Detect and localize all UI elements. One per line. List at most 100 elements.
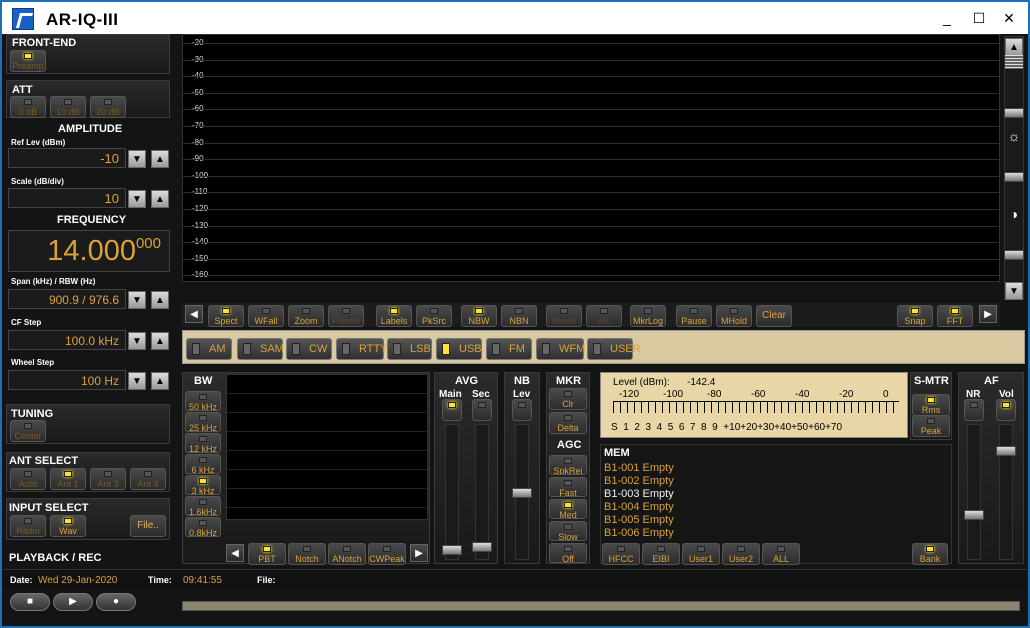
att-20db-button[interactable]: 20 dB [90, 96, 126, 118]
nb-knob[interactable] [512, 488, 532, 498]
frequency-display[interactable]: 14.000000 [8, 230, 170, 272]
scale-up-button[interactable]: ▲ [151, 190, 169, 208]
nb-button[interactable] [512, 399, 532, 421]
mode-rtty-button[interactable]: RTTY [336, 338, 388, 360]
wheel-up-button[interactable]: ▲ [151, 372, 169, 390]
toolbar-left-arrow[interactable]: ◀ [185, 305, 203, 323]
input-wav-button[interactable]: Wav [50, 515, 86, 537]
cf-step-value[interactable]: 100.0 kHz [8, 330, 126, 350]
vol-button[interactable] [996, 399, 1016, 421]
contrast-slider-knob[interactable] [1004, 250, 1024, 260]
bw-anotch-button[interactable]: ANotch [328, 543, 366, 565]
toolbar-wfall-button[interactable]: WFall [248, 305, 284, 327]
smtr-rms-button[interactable]: Rms [912, 394, 950, 416]
preamp-button[interactable]: Preamp [10, 50, 46, 72]
mkr-clr-button[interactable]: Clr [549, 388, 587, 410]
agc-fast-button[interactable]: Fast [549, 477, 587, 497]
span-value[interactable]: 900.9 / 976.6 [8, 289, 126, 309]
span-down-button[interactable]: ▼ [128, 291, 146, 309]
cf-down-button[interactable]: ▼ [128, 332, 146, 350]
toolbar-afc-button[interactable]: Afc [586, 305, 622, 327]
input-radio-button[interactable]: Radio [10, 515, 46, 537]
mem-eibi-button[interactable]: EIBI [642, 543, 680, 565]
mode-fm-button[interactable]: FM [486, 338, 532, 360]
ref-down-button[interactable]: ▼ [128, 150, 146, 168]
mem-user1-button[interactable]: User1 [682, 543, 720, 565]
mem-item[interactable]: B1-003 Empty [604, 488, 674, 500]
bw-right-arrow[interactable]: ▶ [410, 544, 428, 562]
bw-12khz-button[interactable]: 12 kHz [185, 433, 221, 453]
ref-up-button[interactable]: ▲ [151, 150, 169, 168]
close-button[interactable]: ✕ [996, 8, 1022, 28]
mode-usb-button[interactable]: USB [436, 338, 482, 360]
toolbar-nbw-button[interactable]: NBW [461, 305, 497, 327]
scale-down-button[interactable]: ▼ [128, 190, 146, 208]
avg-main-button[interactable] [442, 399, 462, 421]
bw-cwpeak-button[interactable]: CWPeak [368, 543, 406, 565]
att-10db-button[interactable]: 10 dB [50, 96, 86, 118]
smtr-peak-button[interactable]: Peak [912, 415, 950, 437]
toolbar-mkrlog-button[interactable]: MkrLog [630, 305, 666, 327]
spectrum-up-arrow[interactable]: ▲ [1005, 38, 1023, 56]
span-up-button[interactable]: ▲ [151, 291, 169, 309]
spectrum-down-arrow[interactable]: ▼ [1005, 282, 1023, 300]
file-button[interactable]: File.. [130, 515, 166, 537]
wheel-down-button[interactable]: ▼ [128, 372, 146, 390]
ant-4-button[interactable]: Ant 4 [130, 468, 166, 490]
toolbar-nbn-button[interactable]: NBN [501, 305, 537, 327]
mem-item[interactable]: B1-006 Empty [604, 527, 674, 539]
mem-all-button[interactable]: ALL [762, 543, 800, 565]
toolbar-zoom-button[interactable]: Zoom [288, 305, 324, 327]
minimize-button[interactable]: _ [934, 8, 960, 28]
bw-left-arrow[interactable]: ◀ [226, 544, 244, 562]
att-0db-button[interactable]: 0 dB [10, 96, 46, 118]
scale-value[interactable]: 10 [8, 188, 126, 208]
agc-off-button[interactable]: Off [549, 543, 587, 563]
mkr-delta-button[interactable]: Delta [549, 412, 587, 434]
bank-button[interactable]: Bank [912, 543, 948, 565]
toolbar-mono-button[interactable]: Mono [546, 305, 582, 327]
avg-sec-button[interactable] [472, 399, 492, 421]
ant-1-button[interactable]: Ant 1 [50, 468, 86, 490]
mode-lsb-button[interactable]: LSB [387, 338, 432, 360]
play-button[interactable]: ▶ [53, 593, 93, 611]
mode-am-button[interactable]: AM [186, 338, 232, 360]
bw-pbt-button[interactable]: PBT [248, 543, 286, 565]
toolbar-snap-button[interactable]: Snap [897, 305, 933, 327]
toolbar-spect-button[interactable]: Spect [208, 305, 244, 327]
spectrum-display[interactable] [182, 34, 1000, 282]
agc-slow-button[interactable]: Slow [549, 521, 587, 541]
mode-wfm-button[interactable]: WFM [536, 338, 585, 360]
mem-hfcc-button[interactable]: HFCC [602, 543, 640, 565]
toolbar-pause-button[interactable]: Pause [676, 305, 712, 327]
bw-3khz-button[interactable]: 3 kHz [185, 475, 221, 495]
bw-0.8khz-button[interactable]: 0.8kHz [185, 517, 221, 537]
avg-main-knob[interactable] [442, 545, 462, 555]
nr-knob[interactable] [964, 510, 984, 520]
vol-knob[interactable] [996, 446, 1016, 456]
playback-progress[interactable] [182, 601, 1020, 611]
mem-item[interactable]: B1-002 Empty [604, 475, 674, 487]
mem-user2-button[interactable]: User2 [722, 543, 760, 565]
agc-med-button[interactable]: Med [549, 499, 587, 519]
brightness-slider-knob[interactable] [1004, 172, 1024, 182]
toolbar-fft-button[interactable]: FFT [937, 305, 973, 327]
toolbar-mhold-button[interactable]: MHold [716, 305, 752, 327]
mem-item[interactable]: B1-004 Empty [604, 501, 674, 513]
toolbar-pksrc-button[interactable]: PkSrc [416, 305, 452, 327]
ant-3-button[interactable]: Ant 3 [90, 468, 126, 490]
bw-6khz-button[interactable]: 6 kHz [185, 454, 221, 474]
avg-sec-knob[interactable] [472, 542, 492, 552]
mode-user-button[interactable]: USER [587, 338, 641, 360]
wheel-step-value[interactable]: 100 Hz [8, 370, 126, 390]
toolbar-palette-button[interactable]: Palette [328, 305, 364, 327]
nr-button[interactable] [964, 399, 984, 421]
toolbar-clear-button[interactable]: Clear [756, 305, 792, 327]
mode-sam-button[interactable]: SAM [237, 338, 284, 360]
toolbar-right-arrow[interactable]: ▶ [979, 305, 997, 323]
bw-25khz-button[interactable]: 25 kHz [185, 412, 221, 432]
bw-notch-button[interactable]: Notch [288, 543, 326, 565]
agc-spkrej-button[interactable]: SpkRej [549, 455, 587, 475]
center-button[interactable]: Center [10, 420, 46, 442]
maximize-button[interactable]: ☐ [966, 8, 992, 28]
